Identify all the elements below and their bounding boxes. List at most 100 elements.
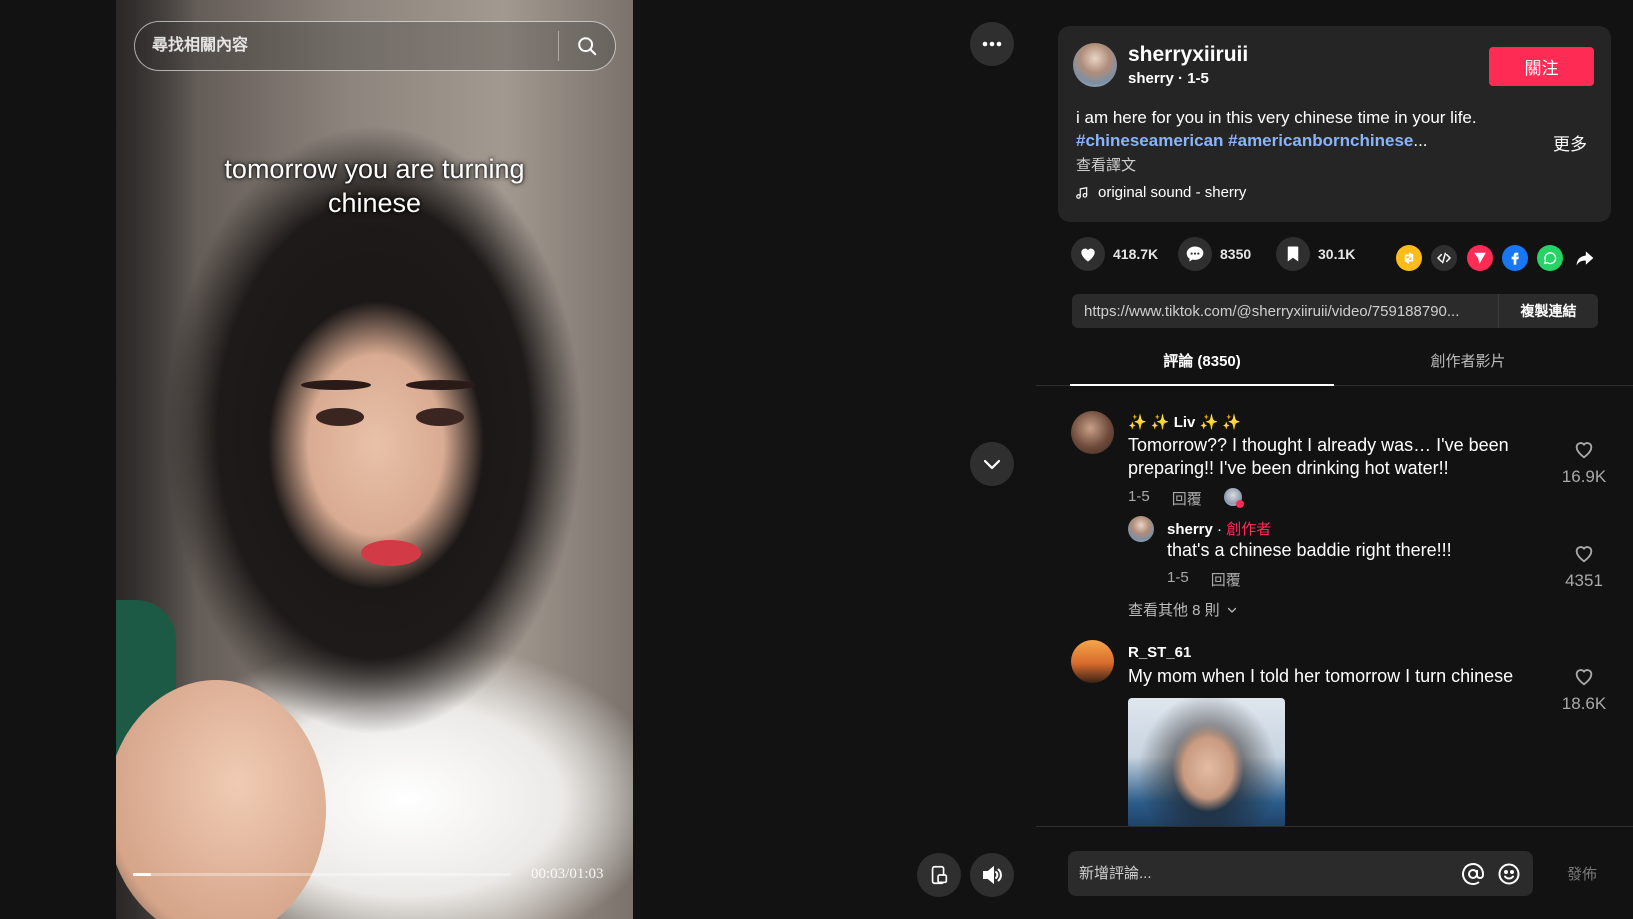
- bookmark-icon: [1287, 246, 1299, 262]
- comment-count: 8350: [1220, 246, 1252, 262]
- video-frame-detail: [406, 380, 476, 390]
- video-frame-detail: [361, 540, 421, 566]
- description-more-button[interactable]: 更多: [1553, 130, 1587, 155]
- mini-player-button[interactable]: [917, 853, 961, 897]
- search-input[interactable]: [135, 22, 558, 70]
- video-frame-detail: [301, 380, 371, 390]
- share-link-box: https://www.tiktok.com/@sherryxiiruii/vi…: [1072, 294, 1598, 328]
- like-button[interactable]: [1071, 237, 1105, 271]
- view-more-replies[interactable]: 查看其他 8 則: [1128, 599, 1238, 620]
- share-link-text[interactable]: https://www.tiktok.com/@sherryxiiruii/vi…: [1072, 303, 1498, 320]
- reply-date: 1-5: [1167, 569, 1189, 586]
- send-to-friends-button[interactable]: [1467, 245, 1493, 271]
- author-avatar[interactable]: [1073, 43, 1117, 87]
- commenter-avatar[interactable]: [1071, 640, 1114, 683]
- emoji-button[interactable]: [1491, 862, 1527, 886]
- chevron-down-icon: [983, 459, 1001, 470]
- description-ellipsis: ...: [1413, 131, 1428, 150]
- comment-button[interactable]: [1178, 237, 1212, 271]
- video-description: i am here for you in this very chinese t…: [1076, 106, 1536, 152]
- author-username[interactable]: sherryxiiruii: [1128, 43, 1248, 67]
- author-nickname-date: sherry · 1-5: [1128, 70, 1209, 87]
- comment-text-line: preparing!! I've been drinking hot water…: [1128, 458, 1449, 478]
- comment-like[interactable]: 16.9K: [1559, 438, 1609, 487]
- heart-outline-icon: [1575, 442, 1593, 459]
- search-button[interactable]: [559, 22, 615, 70]
- copy-link-button[interactable]: 複製連結: [1498, 294, 1598, 328]
- next-video-button[interactable]: [970, 442, 1014, 486]
- share-facebook-button[interactable]: [1502, 245, 1528, 271]
- description-text: i am here for you in this very chinese t…: [1076, 108, 1477, 127]
- comment-gif-image[interactable]: [1128, 698, 1285, 826]
- save-count: 30.1K: [1318, 246, 1356, 262]
- embed-code-icon: [1436, 252, 1452, 264]
- facebook-icon: [1511, 252, 1519, 265]
- reply-avatar[interactable]: [1128, 516, 1154, 542]
- emoji-icon: [1498, 863, 1520, 884]
- view-more-replies-label: 查看其他 8 則: [1128, 602, 1220, 619]
- reply-separator: ·: [1212, 521, 1227, 538]
- comment-composer: 發佈: [1036, 826, 1633, 919]
- search-icon: [578, 37, 597, 56]
- comment-text-line: Tomorrow?? I thought I already was… I've…: [1128, 435, 1509, 455]
- repost-button[interactable]: [1396, 245, 1422, 271]
- comment-meta: 1-5 回覆: [1128, 488, 1202, 509]
- reply-username[interactable]: sherry: [1167, 521, 1213, 538]
- comment-action[interactable]: 8350: [1178, 237, 1251, 271]
- video-caption: tomorrow you are turning chinese: [116, 152, 633, 220]
- share-arrow-icon: [1576, 251, 1594, 266]
- music-note-icon: [1076, 186, 1088, 199]
- comment-text: My mom when I told her tomorrow I turn c…: [1128, 666, 1514, 686]
- embed-button[interactable]: [1431, 245, 1457, 271]
- video-frame-detail: [416, 408, 464, 426]
- reply-username-line: sherry · 創作者: [1167, 518, 1271, 539]
- save-button[interactable]: [1276, 237, 1310, 271]
- translate-link[interactable]: 查看譯文: [1076, 154, 1136, 175]
- post-comment-button[interactable]: 發佈: [1567, 863, 1597, 884]
- chevron-down-icon: [1227, 607, 1236, 613]
- mini-player-icon: [931, 865, 948, 885]
- heart-outline-icon: [1575, 669, 1593, 686]
- hashtag-link[interactable]: #chineseamerican: [1076, 131, 1223, 150]
- send-icon: [1474, 252, 1486, 264]
- tab-comments[interactable]: 評論 (8350): [1070, 344, 1334, 386]
- comment-input[interactable]: [1068, 865, 1455, 882]
- music-link[interactable]: original sound - sherry: [1075, 184, 1246, 201]
- save-action[interactable]: 30.1K: [1276, 237, 1355, 271]
- reply-like[interactable]: 4351: [1559, 542, 1609, 591]
- caption-line: chinese: [327, 188, 422, 218]
- video-frame-detail: [116, 680, 326, 919]
- heart-outline-icon: [1575, 546, 1593, 563]
- whatsapp-icon: [1543, 252, 1557, 265]
- tab-creator-videos[interactable]: 創作者影片: [1336, 344, 1600, 385]
- volume-icon: [983, 865, 1002, 885]
- video-frame-detail: [316, 408, 364, 426]
- follow-button[interactable]: 關注: [1489, 47, 1594, 86]
- music-title: original sound - sherry: [1098, 184, 1247, 201]
- video-progress-bar[interactable]: [133, 873, 511, 876]
- comment-like-count: 18.6K: [1561, 694, 1607, 713]
- commenter-avatar[interactable]: [1071, 411, 1114, 454]
- comment-input-wrapper: [1068, 851, 1533, 896]
- comment-like[interactable]: 18.6K: [1559, 665, 1609, 714]
- volume-button[interactable]: [970, 853, 1014, 897]
- creator-liked-heart-icon: [1236, 500, 1244, 508]
- hashtag-link[interactable]: #americanbornchinese: [1228, 131, 1413, 150]
- reply-button[interactable]: 回覆: [1172, 488, 1202, 509]
- like-action[interactable]: 418.7K: [1071, 237, 1158, 271]
- video-player[interactable]: [116, 0, 633, 919]
- comment-like-count: 16.9K: [1561, 467, 1607, 486]
- reply-button[interactable]: 回覆: [1211, 569, 1241, 590]
- share-more-button[interactable]: [1572, 245, 1598, 271]
- reply-like-count: 4351: [1565, 571, 1603, 590]
- more-options-button[interactable]: [970, 22, 1014, 66]
- creator-badge: 創作者: [1226, 521, 1272, 538]
- mention-button[interactable]: [1455, 862, 1491, 886]
- panel-tabs: 評論 (8350) 創作者影片: [1036, 344, 1633, 386]
- reply-text: that's a chinese baddie right there!!!: [1167, 540, 1452, 560]
- share-whatsapp-button[interactable]: [1537, 245, 1563, 271]
- video-time: 00:03/01:03: [531, 866, 604, 882]
- comment-date: 1-5: [1128, 488, 1150, 505]
- comment-username[interactable]: R_ST_61: [1128, 644, 1191, 661]
- comment-username[interactable]: ✨ ✨ Liv ✨ ✨: [1128, 413, 1241, 431]
